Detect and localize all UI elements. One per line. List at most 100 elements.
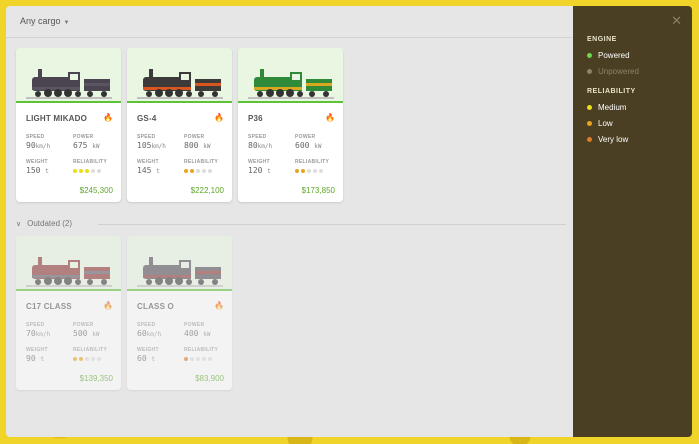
train-card[interactable]: C17 CLASS 🔥 SPEED 70km/h POWER 500 kW WEIGHT 90… [16,236,121,390]
weight-label: WEIGHT [248,159,270,165]
reliability-dot [208,169,212,173]
train-name: C17 CLASS [26,302,72,311]
reliability-dot [97,357,101,361]
weight-number: 120 [248,166,263,175]
power-value: 675 kW [73,141,100,150]
section-divider [98,224,566,225]
power-label: POWER [295,134,316,140]
train-name: P36 [248,114,263,123]
fuel-flame-icon: 🔥 [214,301,224,310]
train-card[interactable]: CLASS O 🔥 SPEED 60km/h POWER 400 kW WEIGHT 60 t… [127,236,232,390]
train-name: LIGHT MIKADO [26,114,88,123]
speed-unit: km/h [146,331,162,338]
weight-value: 150 t [26,166,49,175]
speed-number: 70 [26,329,36,338]
reliability-rating [73,357,101,361]
speed-number: 80 [248,141,258,150]
fuel-flame-icon: 🔥 [103,301,113,310]
power-number: 600 [295,141,310,150]
cargo-filter-dropdown[interactable]: Any cargo ▼ [20,16,69,26]
power-unit: kW [203,331,211,338]
engine-legend-title: ENGINE [587,36,617,43]
reliability-rating [184,357,212,361]
reliability-dot [184,169,188,173]
reliability-dot [190,357,194,361]
fuel-flame-icon: 🔥 [214,113,224,122]
weight-value: 90 t [26,354,44,363]
weight-unit: t [45,168,49,175]
chevron-down-icon: ▼ [63,20,70,26]
reliability-dot [91,169,95,173]
medium-dot-icon [587,105,592,110]
reliability-label: RELIABILITY [184,159,219,165]
reliability-dot [208,357,212,361]
reliability-dot [91,357,95,361]
train-price: $83,900 [195,374,224,383]
train-name: CLASS O [137,302,174,311]
train-card[interactable]: LIGHT MIKADO 🔥 SPEED 90km/h POWER 675 kW WEIGH… [16,48,121,202]
weight-unit: t [151,356,156,363]
reliability-dot [73,169,77,173]
legend-label: Powered [598,51,630,60]
speed-value: 80km/h [248,141,272,150]
train-price: $139,350 [79,374,113,383]
train-price: $173,850 [301,186,335,195]
speed-label: SPEED [248,134,267,140]
reliability-dot [73,357,77,361]
power-value: 400 kW [184,329,211,338]
reliability-rating [184,169,212,173]
speed-unit: km/h [257,143,273,150]
reliability-dot [85,357,89,361]
speed-value: 70km/h [26,329,50,338]
legend-label: Unpowered [598,67,639,76]
legend-item-low: Low [587,119,613,128]
speed-number: 90 [26,141,36,150]
speed-number: 60 [137,329,147,338]
unpowered-dot-icon [587,69,592,74]
train-image [238,48,343,103]
legend-label: Low [598,119,613,128]
reliability-label: RELIABILITY [295,159,330,165]
reliability-dot [202,169,206,173]
low-dot-icon [587,121,592,126]
power-number: 675 [73,141,88,150]
reliability-dot [184,357,188,361]
legend-sidebar: ✕ ENGINE Powered Unpowered RELIABILITY M… [573,6,692,437]
reliability-label: RELIABILITY [73,159,108,165]
reliability-dot [97,169,101,173]
locomotive-icon [137,69,223,99]
power-value: 500 kW [73,329,100,338]
reliability-dot [295,169,299,173]
outdated-section-label: Outdated (2) [27,219,73,228]
weight-unit: t [40,356,45,363]
speed-unit: km/h [35,143,51,150]
power-value: 600 kW [295,141,322,150]
power-label: POWER [73,134,94,140]
power-value: 800 kW [184,141,211,150]
speed-label: SPEED [137,134,156,140]
speed-unit: km/h [35,331,51,338]
outdated-section-toggle[interactable]: ∨ Outdated (2) [16,219,72,228]
reliability-dot [196,169,200,173]
train-card[interactable]: GS-4 🔥 SPEED 105km/h POWER 800 kW WEIGHT 145 t R… [127,48,232,202]
train-card[interactable]: P36 🔥 SPEED 80km/h POWER 600 kW WEIGHT 120 t REL… [238,48,343,202]
reliability-dot [79,169,83,173]
weight-value: 60 t [137,354,155,363]
legend-item-unpowered: Unpowered [587,67,639,76]
reliability-rating [73,169,101,173]
reliability-dot [190,169,194,173]
train-catalog-panel: Any cargo ▼ LIGHT MIKADO 🔥 SPEED 90km/h POWER… [6,6,573,437]
close-icon[interactable]: ✕ [671,13,682,29]
chevron-down-icon: ∨ [16,220,22,228]
speed-value: 60km/h [137,329,161,338]
legend-label: Very low [598,135,629,144]
power-unit: kW [92,143,100,150]
weight-unit: t [267,168,271,175]
weight-number: 90 [26,354,36,363]
train-image [16,48,121,103]
power-label: POWER [73,322,94,328]
powered-dot-icon [587,53,592,58]
speed-value: 90km/h [26,141,50,150]
legend-item-very-low: Very low [587,135,628,144]
very-low-dot-icon [587,137,592,142]
